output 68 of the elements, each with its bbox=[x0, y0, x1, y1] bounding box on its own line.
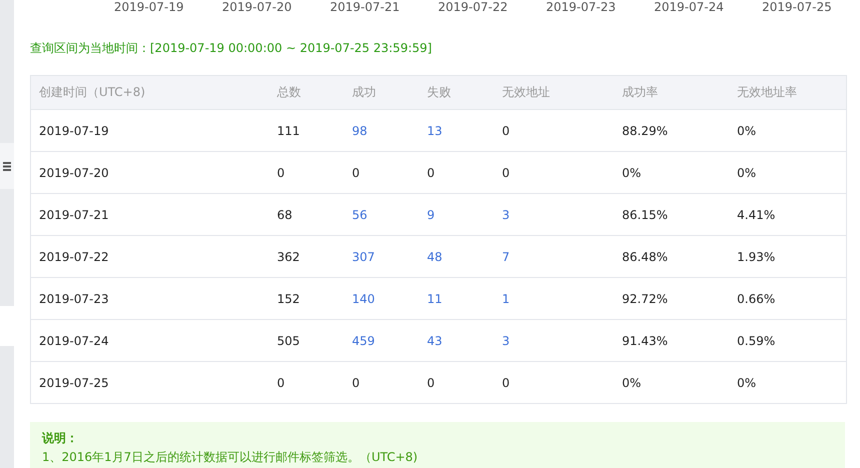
table-cell-text: 91.43% bbox=[622, 334, 669, 348]
table-cell-text: 0 bbox=[427, 166, 436, 180]
notice-title: 说明： bbox=[42, 430, 79, 447]
table-cell-text: 4.41% bbox=[737, 208, 776, 222]
count-link[interactable]: 13 bbox=[427, 124, 442, 138]
axis-label: 2019-07-19 bbox=[114, 0, 185, 14]
table-cell-text: 68 bbox=[277, 208, 294, 222]
axis-label: 2019-07-25 bbox=[762, 0, 833, 14]
count-link[interactable]: 459 bbox=[352, 334, 375, 348]
table-cell-text: 1.93% bbox=[737, 250, 776, 264]
column-header: 创建时间（UTC+8) bbox=[39, 84, 146, 101]
table-cell-text: 0 bbox=[277, 166, 286, 180]
column-header: 成功率 bbox=[622, 84, 659, 101]
count-link[interactable]: 11 bbox=[427, 292, 442, 306]
table-cell-text: 152 bbox=[277, 292, 301, 306]
axis-label: 2019-07-22 bbox=[438, 0, 509, 14]
count-link[interactable]: 3 bbox=[502, 208, 510, 222]
table-cell-text: 0 bbox=[502, 166, 511, 180]
table-cell-text: 92.72% bbox=[622, 292, 669, 306]
table-cell-text: 86.48% bbox=[622, 250, 669, 264]
table-cell-text: 0 bbox=[502, 376, 511, 390]
table-cell-text: 0% bbox=[737, 376, 758, 390]
count-link[interactable]: 98 bbox=[352, 124, 368, 138]
column-header: 失败 bbox=[427, 84, 452, 101]
axis-label: 2019-07-24 bbox=[654, 0, 725, 14]
table-cell-text: 0 bbox=[352, 376, 361, 390]
table-cell-text: 0.66% bbox=[737, 292, 776, 306]
table-cell-text: 86.15% bbox=[622, 208, 669, 222]
count-link[interactable]: 48 bbox=[427, 250, 442, 264]
table-cell-text: 88.29% bbox=[622, 124, 669, 138]
table-cell-text: 0 bbox=[502, 124, 511, 138]
column-header: 无效地址 bbox=[502, 84, 551, 101]
table-cell-text: 2019-07-25 bbox=[39, 376, 110, 390]
count-link[interactable]: 43 bbox=[427, 334, 442, 348]
table-cell-text: 0.59% bbox=[737, 334, 776, 348]
table-cell-text: 2019-07-21 bbox=[39, 208, 110, 222]
count-link[interactable]: 1 bbox=[502, 292, 510, 306]
table-cell-text: 111 bbox=[277, 124, 301, 138]
table-cell-text: 2019-07-20 bbox=[39, 166, 110, 180]
count-link[interactable]: 140 bbox=[352, 292, 375, 306]
axis-label: 2019-07-23 bbox=[546, 0, 617, 14]
count-link[interactable]: 3 bbox=[502, 334, 510, 348]
query-range-text: 查询区间为当地时间：[2019-07-19 00:00:00 ~ 2019-07-25 23:59:59] bbox=[30, 40, 433, 57]
table-cell-text: 362 bbox=[277, 250, 301, 264]
table-cell-text: 0% bbox=[622, 166, 642, 180]
table-cell-text: 2019-07-24 bbox=[39, 334, 110, 348]
notice-text: 1、2016年1月7日之后的统计数据可以进行邮件标签筛选。（UTC+8) bbox=[42, 449, 419, 466]
count-link[interactable]: 9 bbox=[427, 208, 435, 222]
axis-label: 2019-07-21 bbox=[330, 0, 401, 14]
column-header: 总数 bbox=[277, 84, 302, 101]
table-cell-text: 0 bbox=[277, 376, 286, 390]
count-link[interactable]: 307 bbox=[352, 250, 375, 264]
table-cell-text: 0% bbox=[737, 166, 758, 180]
axis-label: 2019-07-20 bbox=[222, 0, 293, 14]
table-cell-text: 505 bbox=[277, 334, 301, 348]
column-header: 成功 bbox=[352, 84, 377, 101]
table-cell-text: 0 bbox=[427, 376, 436, 390]
table-cell-text: 2019-07-23 bbox=[39, 292, 110, 306]
table-cell-text: 0% bbox=[737, 124, 758, 138]
side-panel-tab[interactable] bbox=[0, 143, 14, 189]
table-cell-text: 0 bbox=[352, 166, 361, 180]
count-link[interactable]: 56 bbox=[352, 208, 368, 222]
column-header: 无效地址率 bbox=[737, 84, 798, 101]
table-cell-text: 2019-07-19 bbox=[39, 124, 110, 138]
count-link[interactable]: 7 bbox=[502, 250, 510, 264]
table-cell-text: 0% bbox=[622, 376, 642, 390]
table-cell-text: 2019-07-22 bbox=[39, 250, 110, 264]
list-icon bbox=[3, 162, 11, 170]
